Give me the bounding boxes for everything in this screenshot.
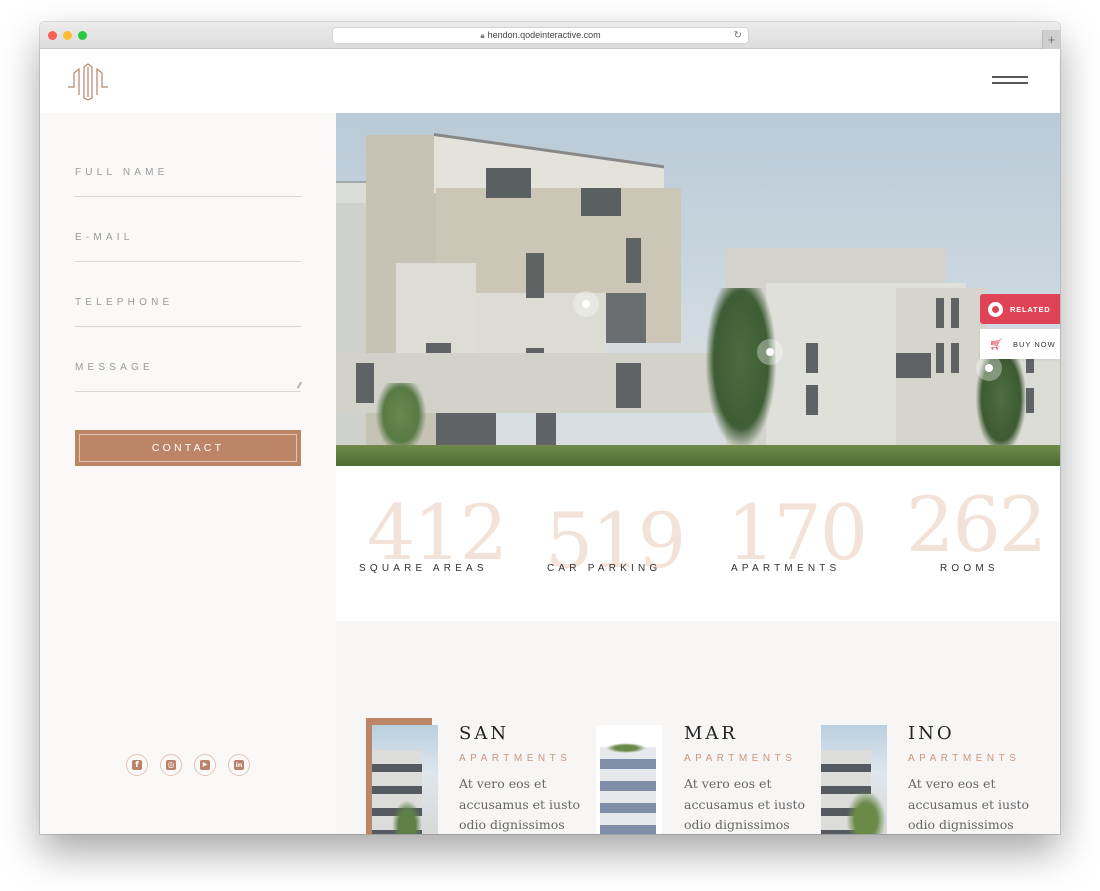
- resize-handle-icon[interactable]: ⁄⁄: [298, 381, 301, 390]
- apartment-title[interactable]: MAR: [684, 723, 738, 744]
- full-name-placeholder: FULL NAME: [75, 167, 169, 178]
- apartment-description: At vero eos et accusamus et iusto odio d…: [459, 776, 581, 832]
- apartment-card[interactable]: SAN APARTMENTS At vero eos et accusamus …: [366, 718, 591, 834]
- stat-label: CAR PARKING: [547, 563, 662, 574]
- apartments-section: SAN APARTMENTS At vero eos et accusamus …: [336, 621, 1060, 834]
- cart-icon: 🛒︎: [989, 338, 1004, 351]
- stat-label: SQUARE AREAS: [359, 563, 488, 574]
- reload-icon[interactable]: ↻: [734, 28, 742, 43]
- minimize-window-button[interactable]: [63, 31, 72, 40]
- related-label: RELATED: [1010, 304, 1051, 314]
- address-bar[interactable]: 🔒︎ hendon.qodeinteractive.com ↻: [332, 27, 749, 44]
- stat-item: 262 ROOMS: [904, 466, 1060, 621]
- apartment-title[interactable]: SAN: [459, 723, 509, 744]
- url-text: hendon.qodeinteractive.com: [487, 30, 601, 40]
- new-tab-button[interactable]: +: [1042, 30, 1060, 49]
- floating-side-tabs: RELATED 🛒︎ BUY NOW: [980, 294, 1060, 359]
- apartment-description: At vero eos et accusamus et iusto odio d…: [684, 776, 806, 832]
- stat-label: ROOMS: [940, 563, 999, 574]
- stat-item: 412 SQUARE AREAS: [359, 466, 519, 621]
- message-placeholder: MESSAGE: [75, 362, 154, 373]
- stat-item: 170 APARTMENTS: [727, 466, 889, 621]
- apartment-description: At vero eos et accusamus et iusto odio d…: [908, 776, 1030, 832]
- apartment-thumbnail[interactable]: [596, 725, 662, 834]
- linkedin-link[interactable]: in: [228, 754, 250, 776]
- stat-label: APARTMENTS: [731, 563, 841, 574]
- telephone-field[interactable]: TELEPHONE: [75, 297, 301, 327]
- youtube-icon: ▶: [200, 760, 210, 770]
- full-name-field[interactable]: FULL NAME: [75, 167, 301, 197]
- hotspot-marker[interactable]: [573, 291, 599, 317]
- instagram-link[interactable]: ◎: [160, 754, 182, 776]
- apartment-title[interactable]: INO: [908, 723, 955, 744]
- apartment-type: APARTMENTS: [684, 753, 797, 764]
- youtube-link[interactable]: ▶: [194, 754, 216, 776]
- related-icon: [988, 301, 1003, 317]
- email-field[interactable]: E-MAIL: [75, 232, 301, 262]
- apartment-thumbnail[interactable]: [821, 725, 887, 834]
- apartment-thumbnail[interactable]: [372, 725, 438, 834]
- email-placeholder: E-MAIL: [75, 232, 134, 243]
- apartment-type: APARTMENTS: [908, 753, 1021, 764]
- browser-toolbar: 🔒︎ hendon.qodeinteractive.com ↻ +: [40, 22, 1060, 49]
- website: FULL NAME E-MAIL TELEPHONE MESSAGE ⁄⁄ CO…: [40, 49, 1060, 834]
- close-window-button[interactable]: [48, 31, 57, 40]
- contact-button[interactable]: CONTACT: [75, 430, 301, 466]
- hero-building-image: [336, 113, 1060, 466]
- facebook-link[interactable]: f: [126, 754, 148, 776]
- hamburger-menu-icon[interactable]: [992, 76, 1028, 88]
- apartment-type: APARTMENTS: [459, 753, 572, 764]
- instagram-icon: ◎: [166, 760, 176, 770]
- linkedin-icon: in: [234, 760, 244, 770]
- contact-sidebar: FULL NAME E-MAIL TELEPHONE MESSAGE ⁄⁄ CO…: [40, 113, 336, 834]
- buy-now-label: BUY NOW: [1012, 339, 1056, 349]
- telephone-placeholder: TELEPHONE: [75, 297, 174, 308]
- facebook-icon: f: [132, 760, 142, 770]
- site-header: [40, 49, 1060, 113]
- stats-section: 412 SQUARE AREAS 519 CAR PARKING 170 APA…: [336, 466, 1060, 621]
- logo-icon[interactable]: [67, 63, 109, 101]
- maximize-window-button[interactable]: [78, 31, 87, 40]
- stat-number: 262: [906, 480, 1047, 569]
- stat-item: 519 CAR PARKING: [545, 466, 707, 621]
- social-links: f ◎ ▶ in: [126, 754, 250, 776]
- related-tab[interactable]: RELATED: [980, 294, 1060, 324]
- apartment-card[interactable]: INO APARTMENTS At vero eos et accusamus …: [821, 718, 1046, 834]
- hotspot-marker[interactable]: [757, 339, 783, 365]
- message-field[interactable]: MESSAGE ⁄⁄: [75, 362, 301, 392]
- apartment-card[interactable]: MAR APARTMENTS At vero eos et accusamus …: [596, 718, 821, 834]
- browser-window: 🔒︎ hendon.qodeinteractive.com ↻ + FULL NA…: [40, 22, 1060, 834]
- lock-icon: 🔒︎: [480, 31, 485, 40]
- buy-now-tab[interactable]: 🛒︎ BUY NOW: [980, 329, 1060, 359]
